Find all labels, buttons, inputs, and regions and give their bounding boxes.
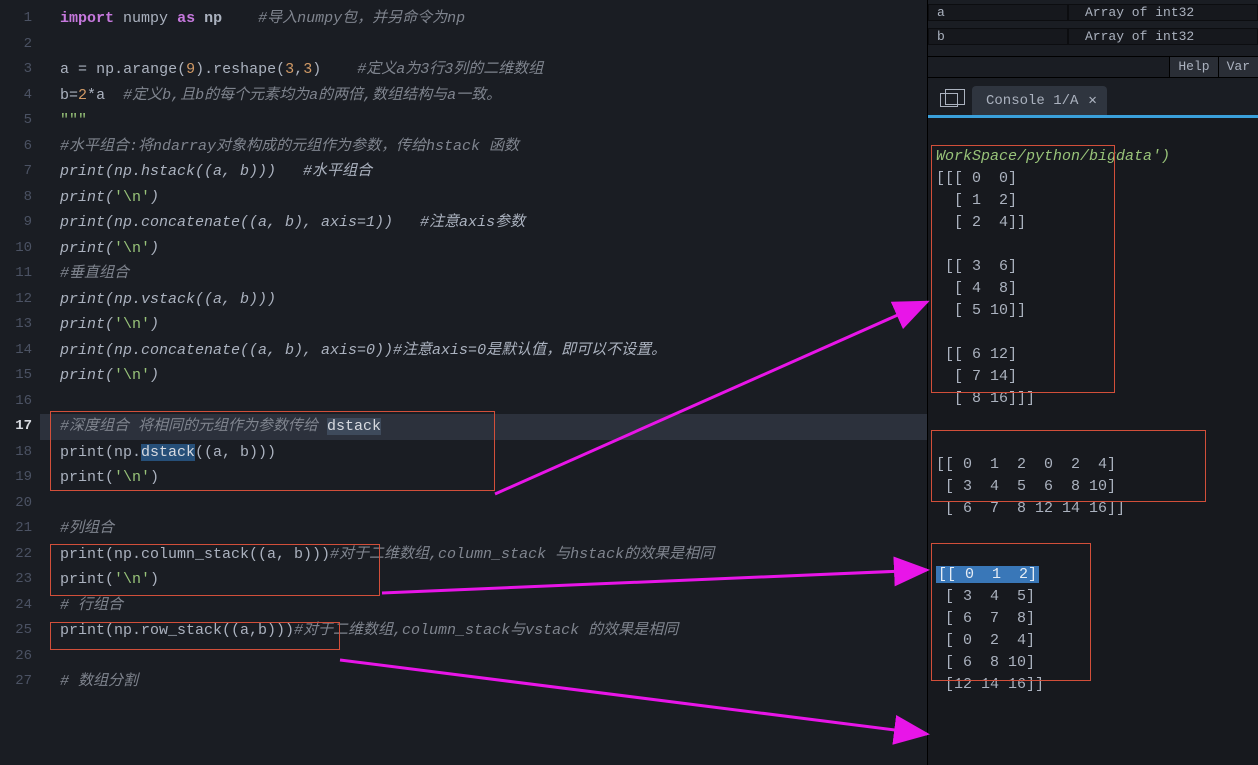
- console-tab-label: Console 1/A: [986, 93, 1078, 109]
- console-output-block-3: [ 3 4 5] [ 6 7 8] [ 0 2 4] [ 6 8 10] [12…: [936, 588, 1044, 693]
- code-editor[interactable]: import numpy as np #导入numpy包，并另命令为np a =…: [40, 0, 927, 765]
- code-line[interactable]: [40, 389, 927, 415]
- code-line[interactable]: print('\n'): [40, 363, 927, 389]
- console-output-block-2: [[ 0 1 2 0 2 4] [ 3 4 5 6 8 10] [ 6 7 8 …: [936, 456, 1125, 517]
- line-number: 13: [0, 312, 32, 338]
- line-number: 10: [0, 236, 32, 262]
- line-number: 8: [0, 185, 32, 211]
- line-number-gutter: 1 2 3 4 5 6 7 8 9 10 11 12 13 14 15 16 1…: [0, 0, 40, 765]
- line-number: 3: [0, 57, 32, 83]
- code-line[interactable]: #水平组合:将ndarray对象构成的元组作为参数，传给hstack 函数: [40, 134, 927, 160]
- right-pane: a Array of int32 b Array of int32 Help V…: [928, 0, 1258, 765]
- code-line[interactable]: a = np.arange(9).reshape(3,3) #定义a为3行3列的…: [40, 57, 927, 83]
- line-number: 9: [0, 210, 32, 236]
- line-number: 20: [0, 491, 32, 517]
- code-line[interactable]: [40, 644, 927, 670]
- highlight-word: dstack: [141, 444, 195, 461]
- line-number: 18: [0, 440, 32, 466]
- console-path: WorkSpace/python/bigdata'): [936, 148, 1170, 165]
- code-line[interactable]: # 数组分割: [40, 669, 927, 695]
- line-number: 11: [0, 261, 32, 287]
- code-line[interactable]: #列组合: [40, 516, 927, 542]
- line-number: 6: [0, 134, 32, 160]
- line-number: 26: [0, 644, 32, 670]
- code-line[interactable]: print(np.row_stack((a,b)))#对于二维数组,column…: [40, 618, 927, 644]
- variable-name: b: [928, 28, 1068, 45]
- line-number: 2: [0, 32, 32, 58]
- line-number: 12: [0, 287, 32, 313]
- variable-name: a: [928, 4, 1068, 21]
- code-line[interactable]: print('\n'): [40, 236, 927, 262]
- code-line[interactable]: print(np.dstack((a, b))): [40, 440, 927, 466]
- console-output[interactable]: WorkSpace/python/bigdata') [[[ 0 0] [ 1 …: [928, 118, 1258, 765]
- code-line[interactable]: print(np.concatenate((a, b), axis=1)) #注…: [40, 210, 927, 236]
- variable-row[interactable]: b Array of int32: [928, 24, 1258, 48]
- line-number: 4: [0, 83, 32, 109]
- close-icon[interactable]: ✕: [1088, 92, 1096, 109]
- code-line[interactable]: import numpy as np #导入numpy包，并另命令为np: [40, 6, 927, 32]
- code-line[interactable]: print(np.hstack((a, b))) #水平组合: [40, 159, 927, 185]
- tab-variables[interactable]: Var: [1218, 57, 1258, 77]
- line-number: 7: [0, 159, 32, 185]
- code-line[interactable]: print(np.vstack((a, b))): [40, 287, 927, 313]
- code-line[interactable]: print('\n'): [40, 567, 927, 593]
- variable-type: Array of int32: [1068, 4, 1258, 21]
- code-line[interactable]: print(np.concatenate((a, b), axis=0))#注意…: [40, 338, 927, 364]
- code-line[interactable]: [40, 32, 927, 58]
- code-line[interactable]: #垂直组合: [40, 261, 927, 287]
- line-number: 14: [0, 338, 32, 364]
- line-number: 24: [0, 593, 32, 619]
- console-tab[interactable]: Console 1/A ✕: [972, 86, 1107, 115]
- line-number: 19: [0, 465, 32, 491]
- line-number: 21: [0, 516, 32, 542]
- tab-help[interactable]: Help: [1169, 57, 1217, 77]
- code-line-current[interactable]: #深度组合 将相同的元组作为参数传给 dstack: [40, 414, 927, 440]
- code-line[interactable]: """: [40, 108, 927, 134]
- variable-type: Array of int32: [1068, 28, 1258, 45]
- code-line[interactable]: print('\n'): [40, 185, 927, 211]
- variable-row[interactable]: a Array of int32: [928, 0, 1258, 24]
- selection: dstack: [327, 418, 381, 435]
- code-line[interactable]: [40, 491, 927, 517]
- line-number: 1: [0, 6, 32, 32]
- code-line[interactable]: print(np.column_stack((a, b)))#对于二维数组,co…: [40, 542, 927, 568]
- console-tabbar: Console 1/A ✕: [928, 78, 1258, 118]
- line-number: 5: [0, 108, 32, 134]
- code-line[interactable]: print('\n'): [40, 312, 927, 338]
- side-tabs: Help Var: [928, 56, 1258, 78]
- restore-window-icon[interactable]: [940, 93, 958, 107]
- code-line[interactable]: b=2*a #定义b,且b的每个元素均为a的两倍,数组结构与a一致。: [40, 83, 927, 109]
- console-output-highlight: [[ 0 1 2]: [936, 566, 1039, 583]
- variable-explorer[interactable]: a Array of int32 b Array of int32: [928, 0, 1258, 56]
- code-line[interactable]: # 行组合: [40, 593, 927, 619]
- editor-pane: 1 2 3 4 5 6 7 8 9 10 11 12 13 14 15 16 1…: [0, 0, 928, 765]
- line-number: 16: [0, 389, 32, 415]
- line-number: 22: [0, 542, 32, 568]
- line-number: 27: [0, 669, 32, 695]
- console-output-block-1: [[[ 0 0] [ 1 2] [ 2 4]] [[ 3 6] [ 4 8] […: [936, 170, 1035, 407]
- line-number-current: 17: [0, 414, 32, 440]
- line-number: 23: [0, 567, 32, 593]
- code-line[interactable]: print('\n'): [40, 465, 927, 491]
- line-number: 15: [0, 363, 32, 389]
- line-number: 25: [0, 618, 32, 644]
